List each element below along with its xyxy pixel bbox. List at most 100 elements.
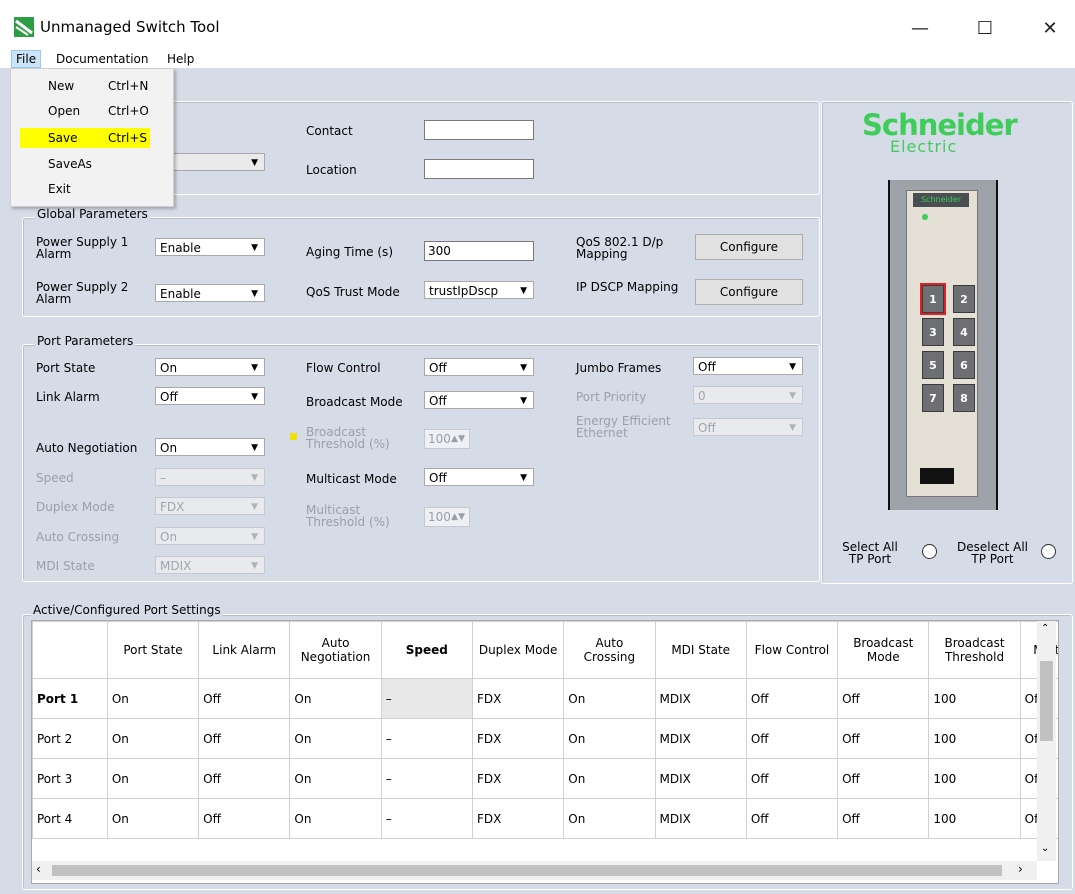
duplex-label: Duplex Mode	[36, 500, 115, 514]
port-state-label: Port State	[36, 361, 96, 375]
port-8-button[interactable]: 8	[953, 384, 975, 412]
table-cell: On	[106, 678, 200, 719]
link-alarm-label: Link Alarm	[36, 390, 100, 404]
menu-item-saveas[interactable]: SaveAs	[20, 154, 150, 174]
qos-trust-label: QoS Trust Mode	[306, 285, 400, 299]
flow-value: Off	[429, 361, 447, 375]
aging-label: Aging Time (s)	[306, 245, 393, 259]
chevron-down-icon: ▼	[520, 396, 527, 406]
port-7-button[interactable]: 7	[922, 384, 944, 412]
mcast-thr-value: 100	[428, 510, 451, 524]
jumbo-label: Jumbo Frames	[576, 361, 662, 375]
chevron-down-icon: ▼	[789, 391, 796, 401]
menu-item-label: New	[48, 79, 75, 93]
priority-combo: 0 ▼	[693, 386, 803, 404]
table-cell: Off	[837, 798, 930, 839]
table-row[interactable]: Port 3 On Off On – FDX On MDIX Off Off 1…	[32, 758, 1058, 799]
aging-field[interactable]: 300	[424, 241, 534, 261]
port-1-button[interactable]: 1	[920, 283, 946, 315]
auto-neg-combo[interactable]: On ▼	[155, 438, 265, 456]
header-cell: Port State	[106, 621, 200, 679]
table-cell: –	[380, 758, 473, 799]
menu-item-exit[interactable]: Exit	[20, 179, 150, 199]
flow-label: Flow Control	[306, 361, 381, 375]
mcast-thr-stepper: 100 ▲▼	[424, 507, 470, 527]
menu-item-shortcut: Ctrl+O	[108, 104, 149, 118]
header-cell: Auto Negotiation	[289, 621, 382, 679]
menu-help[interactable]: Help	[163, 50, 198, 68]
table-cell: –	[380, 678, 473, 719]
mdi-value: MDIX	[160, 559, 192, 573]
chevron-down-icon: ▼	[789, 423, 796, 433]
qos-8021-label: QoS 802.1 D/p Mapping	[576, 235, 664, 261]
table-header-row: Port State Link Alarm Auto Negotiation S…	[32, 621, 1058, 679]
port-state-combo[interactable]: On ▼	[155, 358, 265, 376]
table-cell: Off	[198, 678, 291, 719]
table-cell: On	[563, 718, 656, 759]
table-row[interactable]: Port 4 On Off On – FDX On MDIX Off Off 1…	[32, 798, 1058, 839]
row-header: Port 1	[32, 678, 108, 719]
port-settings-table: Port State Link Alarm Auto Negotiation S…	[31, 620, 1059, 884]
brand-sub: Electric	[890, 137, 958, 156]
vertical-scrollbar[interactable]: ⌃ ⌄	[1037, 621, 1056, 861]
close-button[interactable]: ✕	[1027, 10, 1073, 46]
table-row[interactable]: Port 2 On Off On – FDX On MDIX Off Off 1…	[32, 718, 1058, 759]
table-cell: –	[380, 798, 473, 839]
minimize-button[interactable]: —	[897, 10, 943, 46]
port-params-title: Port Parameters	[35, 334, 136, 348]
ps2-combo[interactable]: Enable ▼	[155, 284, 265, 302]
app-icon	[14, 17, 34, 37]
mdi-combo: MDIX ▼	[155, 556, 265, 574]
port-6-button[interactable]: 6	[953, 351, 975, 379]
jumbo-combo[interactable]: Off ▼	[693, 357, 803, 375]
location-field[interactable]	[424, 159, 534, 179]
menu-item-label: Exit	[48, 182, 71, 196]
port-params-group	[22, 344, 820, 582]
global-params-title: Global Parameters	[35, 207, 150, 221]
link-alarm-combo[interactable]: Off ▼	[155, 387, 265, 405]
port-state-value: On	[160, 361, 178, 375]
select-all-radio[interactable]	[922, 544, 937, 559]
header-cell: Duplex Mode	[471, 621, 565, 679]
ps1-combo[interactable]: Enable ▼	[155, 238, 265, 256]
contact-field[interactable]	[424, 120, 534, 140]
chevron-up-icon[interactable]: ⌃	[1041, 623, 1049, 634]
chevron-down-icon: ▼	[251, 392, 258, 402]
chevron-down-icon[interactable]: ⌄	[1041, 843, 1049, 854]
chevron-down-icon: ▼	[251, 243, 258, 253]
header-cell: MDI State	[654, 621, 747, 679]
table-cell: Off	[745, 758, 839, 799]
menu-documentation[interactable]: Documentation	[52, 50, 153, 68]
table-cell: On	[563, 798, 656, 839]
menu-item-shortcut: Ctrl+S	[108, 131, 148, 145]
flow-combo[interactable]: Off ▼	[424, 358, 534, 376]
scrollbar-thumb[interactable]	[52, 865, 1002, 876]
deselect-all-label: Deselect All TP Port	[957, 540, 1028, 566]
table-cell: –	[380, 718, 473, 759]
chevron-left-icon[interactable]: ‹	[36, 862, 41, 876]
table-row[interactable]: Port 1 On Off On – FDX On MDIX Off Off 1…	[32, 678, 1058, 719]
maximize-button[interactable]: ☐	[962, 10, 1008, 46]
chevron-down-icon: ▼	[251, 473, 258, 483]
menu-item-new[interactable]: New Ctrl+N	[20, 76, 150, 96]
chevron-down-icon: ▼	[251, 363, 258, 373]
qos-8021-configure-button[interactable]: Configure	[695, 234, 803, 260]
menu-item-save[interactable]: Save Ctrl+S	[20, 128, 150, 148]
chevron-right-icon[interactable]: ›	[1018, 862, 1023, 876]
menu-item-open[interactable]: Open Ctrl+O	[20, 101, 150, 121]
bcast-mode-combo[interactable]: Off ▼	[424, 391, 534, 409]
port-2-button[interactable]: 2	[953, 285, 975, 313]
priority-value: 0	[698, 389, 706, 403]
qos-trust-combo[interactable]: trustIpDscp ▼	[424, 281, 534, 299]
ip-dscp-configure-button[interactable]: Configure	[695, 279, 803, 305]
deselect-all-radio[interactable]	[1041, 544, 1056, 559]
mcast-mode-combo[interactable]: Off ▼	[424, 468, 534, 486]
port-3-button[interactable]: 3	[922, 318, 944, 346]
port-4-button[interactable]: 4	[953, 318, 975, 346]
table-cell: FDX	[471, 678, 565, 719]
qos-trust-value: trustIpDscp	[429, 284, 499, 298]
scrollbar-thumb[interactable]	[1040, 661, 1053, 741]
port-5-button[interactable]: 5	[922, 351, 944, 379]
menu-file[interactable]: File	[11, 50, 42, 68]
horizontal-scrollbar[interactable]: ‹ ›	[32, 861, 1037, 880]
